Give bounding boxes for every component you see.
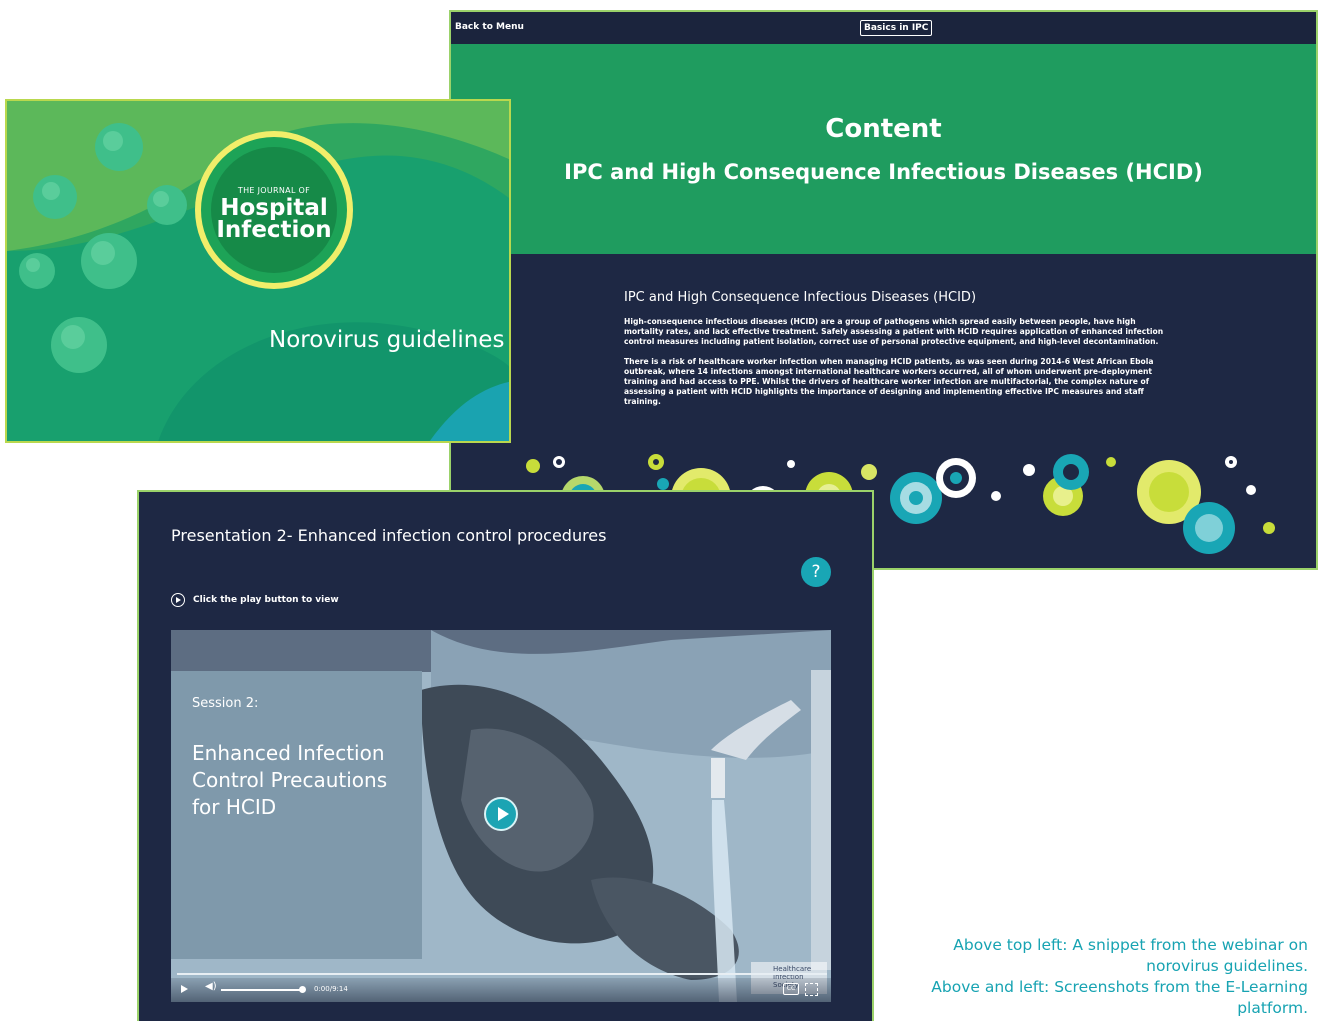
captions-button[interactable]: CC xyxy=(783,983,799,995)
video-time: 0:00/9:14 xyxy=(314,985,348,993)
journal-logo-small-text: THE JOURNAL OF xyxy=(237,186,311,195)
topic-button[interactable]: Basics in IPC xyxy=(860,20,933,36)
journal-logo: THE JOURNAL OF Hospital Infection xyxy=(195,131,353,289)
paragraph-2: There is a risk of healthcare worker inf… xyxy=(624,357,1154,406)
play-icon[interactable] xyxy=(181,985,188,993)
journal-name-line1: Hospital xyxy=(220,195,328,221)
help-button[interactable]: ? xyxy=(801,557,831,587)
back-to-menu-link[interactable]: Back to Menu xyxy=(455,22,524,32)
caption-line-2: Above and left: Screenshots from the E-L… xyxy=(931,978,1308,1017)
top-bar: Back to Menu Basics in IPC xyxy=(451,12,1316,44)
webinar-title: Norovirus guidelines xyxy=(269,327,505,353)
play-instruction-text: Click the play button to view xyxy=(193,595,339,605)
elearning-content-screenshot: Back to Menu Basics in IPC Content IPC a… xyxy=(449,10,1318,570)
figure-caption: Above top left: A snippet from the webin… xyxy=(908,935,1308,1019)
volume-slider-handle[interactable] xyxy=(299,986,306,993)
video-player[interactable]: Session 2: Enhanced Infection Control Pr… xyxy=(171,630,831,1002)
journal-name-line2: Infection xyxy=(216,217,332,243)
session-label: Session 2: xyxy=(192,696,259,711)
content-body: IPC and High Consequence Infectious Dise… xyxy=(624,290,1164,417)
video-progress-bar[interactable] xyxy=(177,973,827,975)
section-heading: IPC and High Consequence Infectious Dise… xyxy=(624,290,977,305)
banner-title: Content xyxy=(825,114,942,144)
presentation-title: Presentation 2- Enhanced infection contr… xyxy=(171,526,607,545)
play-instruction: Click the play button to view xyxy=(171,593,339,607)
caption-line-1: Above top left: A snippet from the webin… xyxy=(953,936,1308,975)
fullscreen-icon[interactable] xyxy=(805,983,818,996)
webinar-slide-screenshot: THE JOURNAL OF Hospital Infection Norovi… xyxy=(5,99,511,443)
video-controls: ◀) 0:00/9:14 CC xyxy=(171,978,831,1002)
journal-logo-name: Hospital Infection xyxy=(195,195,353,243)
content-banner: Content IPC and High Consequence Infecti… xyxy=(451,44,1316,254)
banner-subtitle: IPC and High Consequence Infectious Dise… xyxy=(564,160,1203,184)
play-circle-icon xyxy=(171,593,185,607)
paragraph-1: High-consequence infectious diseases (HC… xyxy=(624,317,1164,346)
presentation-screenshot: Presentation 2- Enhanced infection contr… xyxy=(137,490,874,1021)
video-play-button[interactable] xyxy=(484,797,518,831)
session-title: Enhanced Infection Control Precautions f… xyxy=(192,741,388,819)
volume-icon[interactable]: ◀) xyxy=(205,981,217,992)
volume-slider[interactable] xyxy=(221,989,301,991)
